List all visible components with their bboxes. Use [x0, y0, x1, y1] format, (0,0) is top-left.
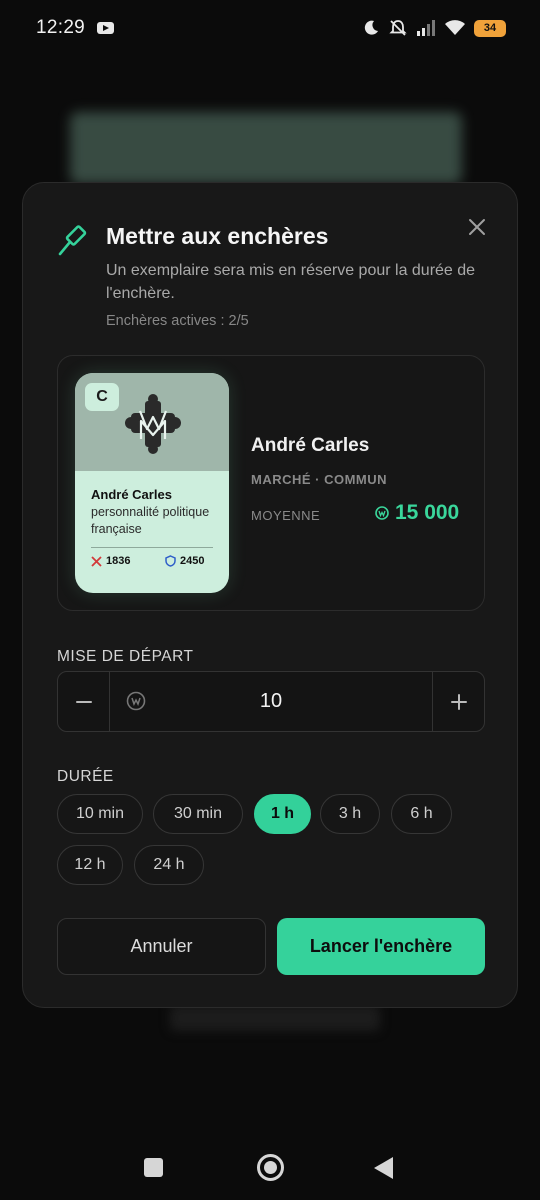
card-name: André Carles [251, 435, 370, 456]
duration-option-3h[interactable]: 3 h [320, 794, 380, 834]
coin-icon [126, 691, 146, 711]
youtube-icon [97, 22, 115, 34]
defense-stat: 2450 [165, 555, 204, 567]
swords-icon [91, 555, 102, 567]
attack-value: 1836 [106, 555, 131, 567]
card-preview: C André Carles personnalité politique fr… [75, 373, 229, 593]
card-preview-name: André Carles [91, 487, 172, 502]
plus-icon [450, 693, 467, 710]
increase-bid-button[interactable] [433, 672, 484, 731]
coin-icon [375, 506, 389, 520]
average-price-label: MOYENNE [251, 508, 321, 523]
card-divider [91, 547, 213, 548]
back-icon[interactable] [374, 1157, 393, 1179]
duration-option-12h[interactable]: 12 h [57, 845, 123, 885]
background-content [70, 112, 462, 184]
battery-icon: 34 [474, 19, 506, 37]
active-auctions-count: Enchères actives : 2/5 [106, 313, 249, 329]
card-meta: MARCHÉ · COMMUN [251, 472, 388, 487]
recent-apps-icon[interactable] [144, 1158, 163, 1177]
duration-option-10min[interactable]: 10 min [57, 794, 143, 834]
duration-option-30min[interactable]: 30 min [153, 794, 243, 834]
modal-description: Un exemplaire sera mis en réserve pour l… [106, 262, 476, 302]
attack-stat: 1836 [91, 555, 130, 567]
status-bar: 12:29 34 [0, 0, 540, 56]
status-right: 34 [362, 18, 506, 38]
auction-modal: Mettre aux enchères Un exemplaire sera m… [22, 182, 518, 1008]
card-summary: C André Carles personnalité politique fr… [57, 355, 485, 611]
duration-option-1h[interactable]: 1 h [254, 794, 311, 834]
defense-value: 2450 [180, 555, 205, 567]
starting-bid-label: MISE DE DÉPART [57, 648, 194, 665]
background-content-bottom [170, 1005, 380, 1031]
shield-icon [165, 555, 176, 567]
modal-title: Mettre aux enchères [106, 223, 329, 249]
close-icon[interactable] [463, 213, 491, 241]
screen: 12:29 34 Mettre aux enchères Un exemplai… [0, 0, 540, 1200]
bid-input[interactable]: 10 [109, 672, 433, 731]
starting-bid-stepper: 10 [57, 671, 485, 732]
card-emblem-icon [125, 394, 181, 454]
status-left: 12:29 [36, 17, 115, 39]
battery-level: 34 [483, 22, 497, 34]
rarity-badge: C [85, 383, 119, 411]
launch-auction-button[interactable]: Lancer l'enchère [277, 918, 485, 975]
decrease-bid-button[interactable] [58, 672, 109, 731]
bell-off-icon [389, 20, 407, 36]
duration-label: DURÉE [57, 768, 114, 785]
status-time: 12:29 [36, 17, 86, 38]
gavel-icon [58, 225, 87, 256]
signal-icon [417, 20, 435, 36]
card-preview-description: personnalité politique française [91, 505, 210, 536]
bid-value: 10 [259, 690, 283, 712]
average-price: 15 000 [375, 501, 459, 525]
minus-icon [75, 700, 92, 703]
cancel-button[interactable]: Annuler [57, 918, 266, 975]
average-price-value: 15 000 [395, 501, 460, 524]
duration-option-24h[interactable]: 24 h [134, 845, 204, 885]
duration-option-6h[interactable]: 6 h [391, 794, 452, 834]
moon-icon [364, 20, 378, 35]
wifi-icon [445, 20, 465, 35]
home-icon[interactable] [257, 1154, 284, 1181]
system-nav-bar [0, 1136, 540, 1200]
